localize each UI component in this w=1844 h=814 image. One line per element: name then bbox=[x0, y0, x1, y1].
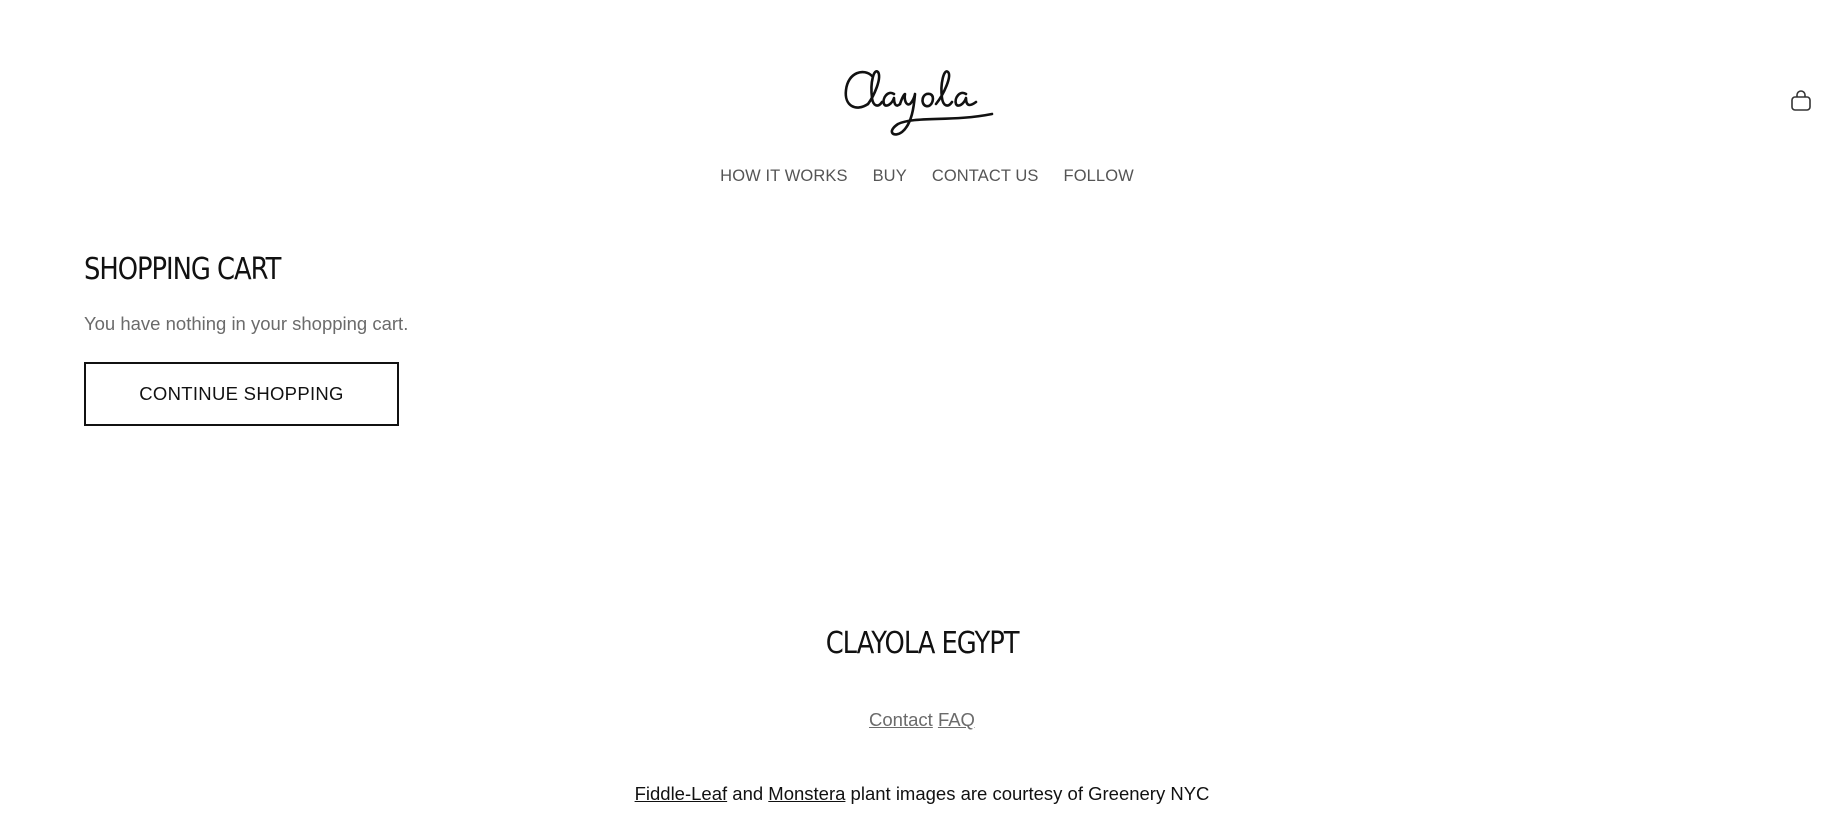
continue-shopping-button[interactable]: CONTINUE SHOPPING bbox=[84, 362, 399, 426]
credit-rest-text: plant images are courtesy of Greenery NY… bbox=[845, 783, 1210, 804]
nav-item-follow[interactable]: FOLLOW bbox=[1064, 167, 1134, 186]
credit-link-monstera[interactable]: Monstera bbox=[768, 783, 845, 804]
main-nav: HOW IT WORKS BUY CONTACT US FOLLOW bbox=[0, 167, 1844, 186]
shopping-bag-icon-glyph bbox=[1791, 90, 1811, 111]
logo-script-image bbox=[844, 70, 994, 136]
credit-link-fiddle-leaf[interactable]: Fiddle-Leaf bbox=[635, 783, 728, 804]
credit-and-text: and bbox=[727, 783, 769, 804]
clayola-logo[interactable] bbox=[842, 64, 1004, 140]
image-credits: Fiddle-Leaf and Monstera plant images ar… bbox=[0, 783, 1844, 805]
page-title: SHOPPING CART bbox=[84, 252, 281, 287]
nav-item-buy[interactable]: BUY bbox=[873, 167, 907, 186]
footer-link-contact[interactable]: Contact bbox=[869, 709, 933, 730]
nav-item-contact-us[interactable]: CONTACT US bbox=[932, 167, 1039, 186]
page: HOW IT WORKS BUY CONTACT US FOLLOW SHOPP… bbox=[0, 0, 1844, 814]
footer-links: Contact FAQ bbox=[0, 709, 1844, 731]
footer-title: CLAYOLA EGYPT bbox=[0, 626, 1844, 661]
footer-link-faq[interactable]: FAQ bbox=[938, 709, 975, 730]
footer-title-text: CLAYOLA EGYPT bbox=[825, 626, 1020, 661]
nav-item-how-it-works[interactable]: HOW IT WORKS bbox=[720, 167, 847, 186]
shopping-bag-icon[interactable] bbox=[1789, 89, 1813, 113]
empty-cart-message: You have nothing in your shopping cart. bbox=[84, 313, 409, 334]
